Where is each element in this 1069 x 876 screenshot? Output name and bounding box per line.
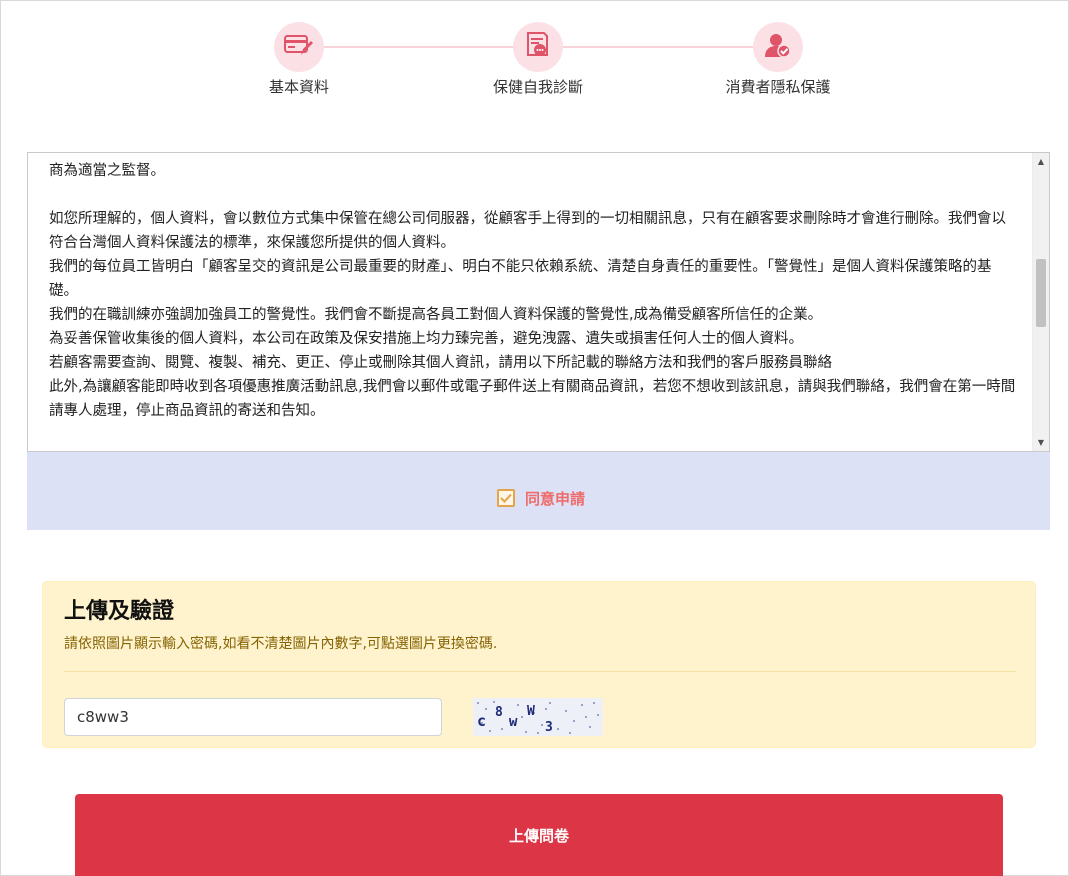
terms-paragraph: 商為適當之監督。 (49, 163, 165, 179)
step-basic-info[interactable]: 基本資料 (199, 22, 399, 97)
agree-bar: 同意申請 (27, 452, 1050, 530)
step-label: 消費者隱私保護 (725, 78, 831, 96)
agree-label: 同意申請 (525, 489, 586, 508)
progress-steps: 基本資料 保健自我診斷 消費者隱私保護 (0, 0, 1069, 110)
divider (64, 671, 1016, 672)
scroll-up-icon[interactable]: ▲ (1033, 153, 1049, 170)
submit-survey-button[interactable]: 上傳問卷 (75, 794, 1003, 876)
terms-paragraph: 我們的在職訓練亦強調加強員工的警覺性。我們會不斷提高各員工對個人資料保護的警覺性… (49, 307, 823, 323)
terms-text: 商為適當之監督。 如您所理解的，個人資料，會以數位方式集中保管在總公司伺服器，從… (49, 153, 1019, 423)
terms-paragraph: 我們的每位員工皆明白「顧客呈交的資訊是公司最重要的財產」、明白不能只依賴系統、清… (49, 259, 992, 299)
terms-paragraph (49, 183, 1019, 207)
terms-paragraph: 若顧客需要查詢、閱覽、複製、補充、更正、停止或刪除其個人資訊，請用以下所記載的聯… (49, 355, 832, 371)
user-check-icon (764, 31, 792, 63)
scroll-down-icon[interactable]: ▼ (1033, 434, 1049, 451)
terms-scrollbar[interactable]: ▲ ▼ (1032, 153, 1049, 451)
captcha-char: w (509, 714, 518, 730)
verify-hint: 請依照圖片顯示輸入密碼,如看不清楚圖片內數字,可點選圖片更換密碼. (64, 636, 498, 652)
verify-title: 上傳及驗證 (64, 599, 175, 624)
terms-paragraph: 為妥善保管收集後的個人資料，本公司在政策及保安措施上均力臻完善，避免洩露、遺失或… (49, 331, 803, 347)
captcha-char: W (527, 704, 535, 719)
document-chat-icon (525, 31, 551, 63)
terms-paragraph: 如您所理解的，個人資料，會以數位方式集中保管在總公司伺服器，從顧客手上得到的一切… (49, 211, 1006, 251)
captcha-input[interactable] (64, 698, 442, 736)
scroll-thumb[interactable] (1036, 259, 1046, 327)
terms-paragraph: 此外,為讓顧客能即時收到各項優惠推廣活動訊息,我們會以郵件或電子郵件送上有關商品… (49, 379, 1016, 419)
verify-panel: 上傳及驗證 請依照圖片顯示輸入密碼,如看不清楚圖片內數字,可點選圖片更換密碼. … (42, 581, 1036, 748)
step-label: 保健自我診斷 (492, 78, 583, 96)
step-circle (513, 22, 563, 72)
step-circle (274, 22, 324, 72)
step-self-diagnosis[interactable]: 保健自我診斷 (438, 22, 638, 97)
agree-checkbox[interactable]: 同意申請 (497, 487, 585, 509)
captcha-image[interactable]: c 8 w W 3 (473, 698, 603, 736)
captcha-char: 8 (495, 705, 503, 720)
step-circle (753, 22, 803, 72)
checkbox-checked-icon[interactable] (497, 489, 515, 507)
step-label: 基本資料 (268, 78, 329, 96)
captcha-char: 3 (545, 720, 553, 735)
privacy-terms-box[interactable]: 商為適當之監督。 如您所理解的，個人資料，會以數位方式集中保管在總公司伺服器，從… (27, 152, 1050, 452)
captcha-char: c (477, 712, 486, 730)
step-privacy[interactable]: 消費者隱私保護 (678, 22, 878, 97)
credit-card-pen-icon (284, 33, 314, 61)
